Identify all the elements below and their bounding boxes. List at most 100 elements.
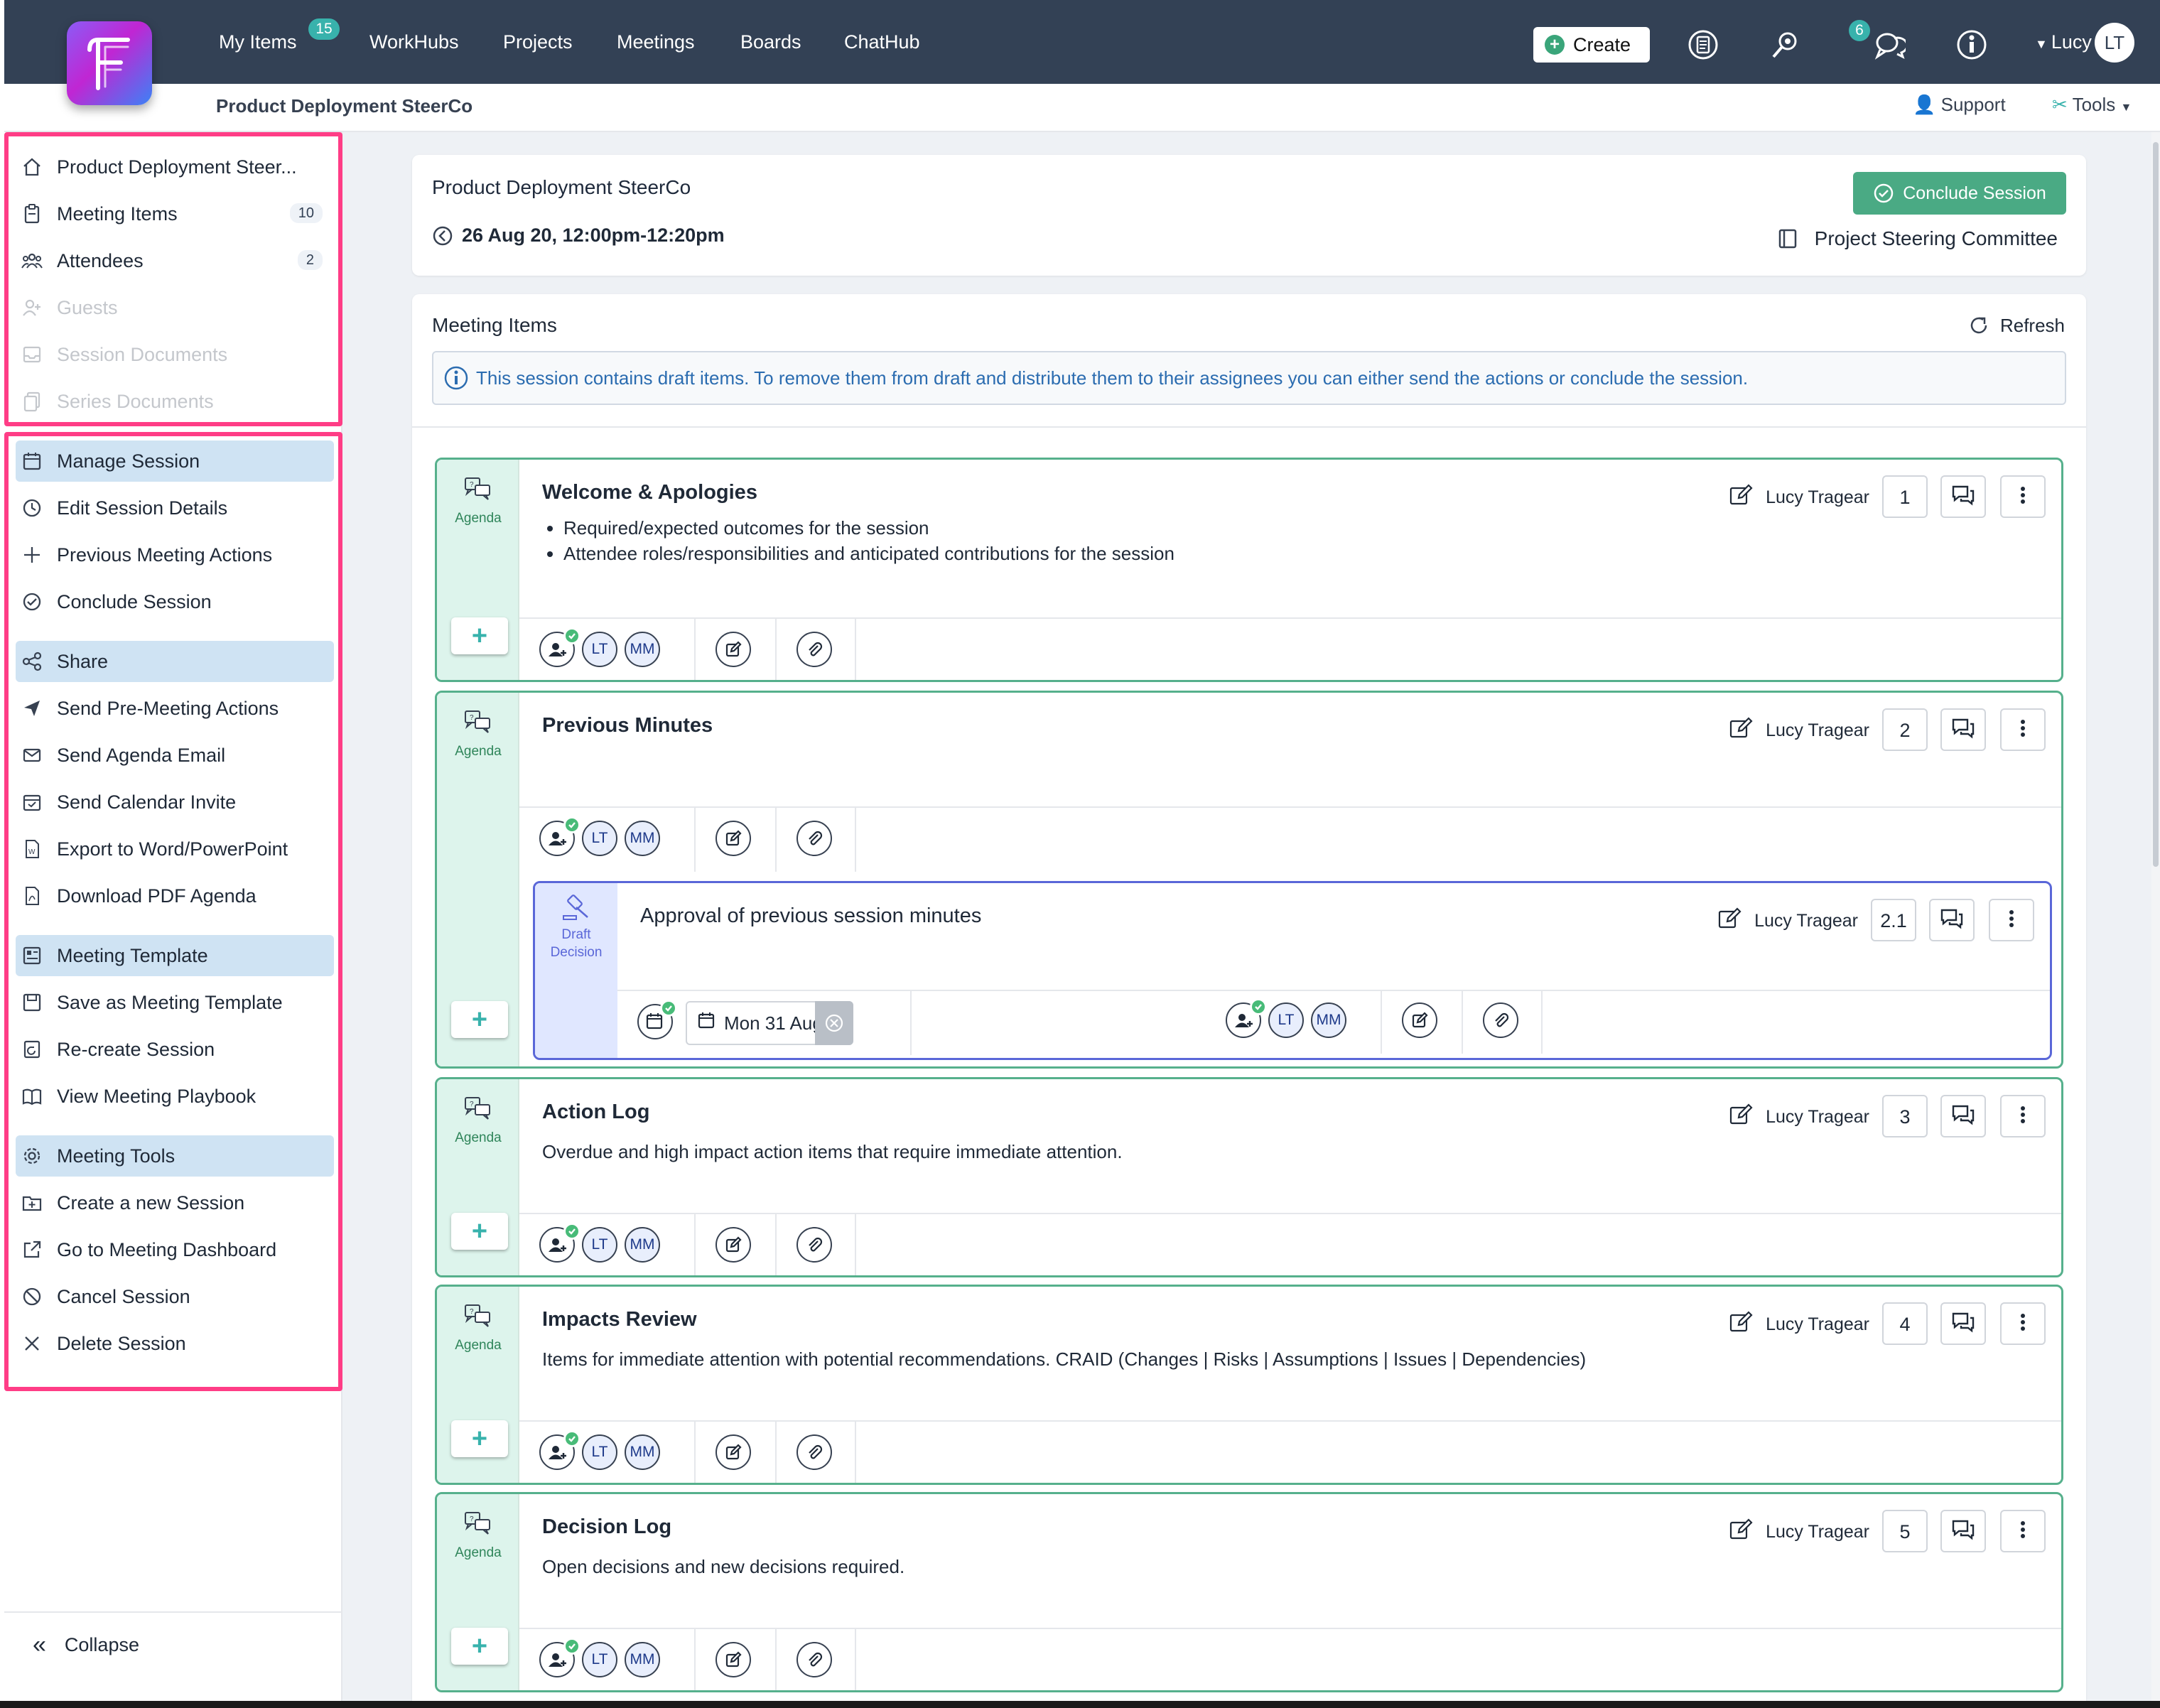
attendee-avatar[interactable]: LT [582,1434,617,1470]
sidebar-item-send-calendar-invite[interactable]: Send Calendar Invite [16,782,334,823]
owner-link[interactable]: Lucy Tragear [1729,1103,1869,1131]
attendee-avatar[interactable]: MM [625,821,660,856]
sidebar-item-delete-session[interactable]: Delete Session [16,1323,334,1364]
sidebar-item-share[interactable]: Share [16,641,334,682]
sidebar-item-save-as-meeting-template[interactable]: Save as Meeting Template [16,982,334,1023]
attendee-avatar[interactable]: LT [582,1227,617,1263]
sidebar-item-cancel-session[interactable]: Cancel Session [16,1276,334,1317]
attach-button[interactable] [796,1434,832,1470]
support-link[interactable]: 👤 Support [1913,94,2006,116]
nav-workhubs[interactable]: WorkHubs [369,31,459,53]
due-date-field[interactable]: Mon 31 Aug [686,1001,853,1045]
more-options-button[interactable] [2000,1510,2046,1552]
sidebar-item-edit-session-details[interactable]: Edit Session Details [16,487,334,529]
sidebar-item-attendees[interactable]: Attendees 2 [16,240,334,281]
search-settings-icon[interactable] [1769,28,1802,65]
sidebar-item-previous-meeting-actions[interactable]: Previous Meeting Actions [16,534,334,575]
sidebar-item-meeting-tools[interactable]: Meeting Tools [16,1135,334,1177]
comments-button[interactable] [1940,1510,1986,1552]
attach-button[interactable] [796,1642,832,1677]
more-options-button[interactable] [2000,475,2046,518]
owner-link[interactable]: Lucy Tragear [1717,907,1858,935]
book-icon [16,1086,45,1107]
attendee-avatar[interactable]: LT [582,821,617,856]
sidebar-item-download-pdf-agenda[interactable]: Download PDF Agenda [16,875,334,917]
nav-boards[interactable]: Boards [740,31,801,53]
tools-menu[interactable]: ✂ Tools ▼ [2052,94,2132,116]
collapse-button[interactable]: « Collapse [33,1631,139,1659]
sidebar-item-send-agenda-email[interactable]: Send Agenda Email [16,735,334,776]
attendee-avatar[interactable]: MM [625,632,660,667]
clear-date-button[interactable] [815,1001,853,1045]
attendee-avatar[interactable]: MM [625,1227,660,1263]
info-icon[interactable] [1955,28,1988,65]
item-number-button[interactable]: 1 [1882,475,1928,518]
chat-icon[interactable] [1873,28,1908,65]
sidebar-item-product-deployment-steer[interactable]: Product Deployment Steer... [16,146,334,188]
add-sub-item-button[interactable]: + [451,617,508,654]
add-sub-item-button[interactable]: + [451,1420,508,1457]
attendee-avatar[interactable]: MM [625,1434,660,1470]
more-options-button[interactable] [2000,1302,2046,1345]
user-menu[interactable]: ▼ Lucy [2035,31,2092,53]
add-sub-item-button[interactable]: + [451,1001,508,1038]
notes-edit-button[interactable] [716,821,751,856]
create-button[interactable]: + Create [1533,27,1650,63]
sidebar-item-manage-session[interactable]: Manage Session [16,440,334,482]
sidebar-item-re-create-session[interactable]: Re-create Session [16,1029,334,1070]
comments-button[interactable] [1940,475,1986,518]
item-number-button[interactable]: 5 [1882,1510,1928,1552]
attach-button[interactable] [796,821,832,856]
item-number-button[interactable]: 4 [1882,1302,1928,1345]
breadcrumb[interactable]: Product Deployment SteerCo [216,95,472,117]
sidebar-item-export-to-word-powerpoint[interactable]: W Export to Word/PowerPoint [16,828,334,870]
attendee-avatar[interactable]: MM [625,1642,660,1677]
nav-my-items[interactable]: My Items [219,31,297,53]
attach-button[interactable] [796,632,832,667]
app-logo[interactable] [67,21,152,105]
owner-link[interactable]: Lucy Tragear [1729,1518,1869,1546]
sidebar-item-send-pre-meeting-actions[interactable]: Send Pre-Meeting Actions [16,688,334,729]
add-sub-item-button[interactable]: + [451,1213,508,1250]
refresh-button[interactable]: Refresh [1967,314,2065,337]
item-number-button[interactable]: 2 [1882,708,1928,751]
notes-edit-button[interactable] [716,1434,751,1470]
owner-link[interactable]: Lucy Tragear [1729,717,1869,745]
attach-button[interactable] [1483,1002,1518,1038]
notes-edit-button[interactable] [716,1642,751,1677]
notes-edit-button[interactable] [716,1227,751,1263]
more-options-button[interactable] [2000,708,2046,751]
scrollbar-thumb[interactable] [2153,142,2159,867]
committee-link[interactable]: Project Steering Committee [1778,227,2058,250]
avatar[interactable]: LT [2095,23,2134,63]
nav-meetings[interactable]: Meetings [617,31,695,53]
attendee-avatar[interactable]: LT [582,632,617,667]
sidebar-item-meeting-template[interactable]: Meeting Template [16,935,334,976]
comments-button[interactable] [1929,899,1975,941]
comments-button[interactable] [1940,708,1986,751]
document-icon[interactable] [1687,28,1719,65]
notes-edit-button[interactable] [1402,1002,1437,1038]
sidebar-item-view-meeting-playbook[interactable]: View Meeting Playbook [16,1076,334,1117]
attendee-avatar[interactable]: MM [1311,1002,1346,1038]
comments-button[interactable] [1940,1302,1986,1345]
more-options-button[interactable] [2000,1095,2046,1137]
owner-link[interactable]: Lucy Tragear [1729,484,1869,512]
more-options-button[interactable] [1989,899,2034,941]
notes-edit-button[interactable] [716,632,751,667]
item-number-button[interactable]: 2.1 [1871,899,1916,941]
sidebar-item-meeting-items[interactable]: Meeting Items 10 [16,193,334,234]
comments-button[interactable] [1940,1095,1986,1137]
nav-projects[interactable]: Projects [503,31,573,53]
nav-chathub[interactable]: ChatHub [844,31,920,53]
item-number-button[interactable]: 3 [1882,1095,1928,1137]
conclude-session-button[interactable]: Conclude Session [1853,172,2066,215]
owner-link[interactable]: Lucy Tragear [1729,1311,1869,1339]
add-sub-item-button[interactable]: + [451,1628,508,1665]
attach-button[interactable] [796,1227,832,1263]
sidebar-item-go-to-meeting-dashboard[interactable]: Go to Meeting Dashboard [16,1229,334,1270]
sidebar-item-conclude-session[interactable]: Conclude Session [16,581,334,622]
attendee-avatar[interactable]: LT [1268,1002,1304,1038]
attendee-avatar[interactable]: LT [582,1642,617,1677]
sidebar-item-create-a-new-session[interactable]: Create a new Session [16,1182,334,1223]
